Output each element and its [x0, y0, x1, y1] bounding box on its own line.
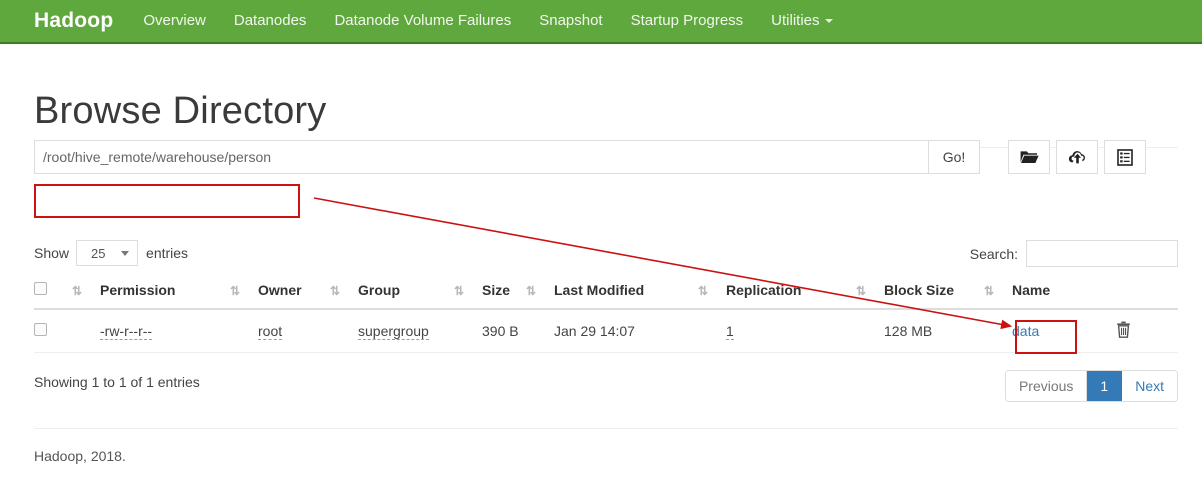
upload-files-button[interactable]: [1056, 140, 1098, 174]
trash-icon: [1116, 321, 1131, 341]
column-header-block-size[interactable]: ⇅ Block Size: [856, 282, 984, 311]
cell-block-size: 128 MB: [856, 309, 984, 354]
row-select-cell: [34, 309, 72, 354]
path-input-annotation-box: [34, 184, 300, 218]
list-clipboard-icon: [1117, 148, 1133, 166]
cell-name: data: [984, 309, 1116, 354]
column-header-select-all: [34, 282, 72, 311]
path-toolbar: [1008, 140, 1146, 174]
column-header-name[interactable]: ⇅ Name: [984, 282, 1116, 311]
table-info: Showing 1 to 1 of 1 entries: [34, 374, 200, 390]
entries-select[interactable]: 25: [76, 240, 139, 266]
footer-text: Hadoop, 2018.: [34, 448, 126, 464]
column-label-group: Group: [358, 282, 400, 298]
cell-replication: 1: [698, 309, 856, 354]
sort-icon[interactable]: ⇅: [72, 284, 88, 298]
sort-icon[interactable]: ⇅: [330, 284, 346, 298]
column-header-last-modified[interactable]: ⇅ Last Modified: [526, 282, 698, 311]
cut-paste-buffer-button[interactable]: [1104, 140, 1146, 174]
create-directory-button[interactable]: [1008, 140, 1050, 174]
navbar: Hadoop Overview Datanodes Datanode Volum…: [0, 0, 1202, 44]
sort-icon[interactable]: ⇅: [984, 284, 1000, 298]
column-label-permission: Permission: [100, 282, 176, 298]
group-value[interactable]: supergroup: [358, 323, 429, 341]
go-button[interactable]: Go!: [928, 140, 980, 174]
table-footer: Showing 1 to 1 of 1 entries Previous 1 N…: [34, 370, 1178, 402]
cell-delete: [1116, 309, 1178, 354]
delete-row-button[interactable]: [1116, 321, 1131, 341]
column-header-delete: [1116, 282, 1178, 311]
column-header-size[interactable]: ⇅ Size: [454, 282, 526, 311]
footer-divider: [34, 428, 1178, 429]
cell-size: 390 B: [454, 309, 526, 354]
last-modified-value: Jan 29 14:07: [554, 323, 635, 340]
column-label-size: Size: [482, 282, 511, 298]
cell-last-modified: Jan 29 14:07: [526, 309, 698, 354]
pagination-page-1[interactable]: 1: [1087, 371, 1123, 401]
folder-open-icon: [1020, 149, 1039, 165]
nav-item-utilities[interactable]: Utilities: [757, 0, 840, 42]
table-header-row: ⇅ Permission ⇅ Owner ⇅ Group ⇅ Size ⇅ Last Mo…: [34, 282, 1178, 311]
page-title: Browse Directory: [34, 90, 327, 132]
nav-item-utilities-label: Utilities: [771, 12, 820, 29]
cloud-upload-icon: [1068, 149, 1087, 165]
cell-group: supergroup: [330, 309, 454, 354]
search-label: Search:: [969, 245, 1018, 262]
directory-table: ⇅ Permission ⇅ Owner ⇅ Group ⇅ Size ⇅ Last Mo…: [34, 282, 1178, 354]
column-label-block-size: Block Size: [884, 282, 955, 298]
column-label-replication: Replication: [726, 282, 802, 298]
chevron-down-icon: [824, 19, 833, 24]
owner-value[interactable]: root: [258, 323, 283, 341]
cell-permission: -rw-r--r--: [72, 309, 230, 354]
page-length-control: Show 25 entries: [34, 240, 188, 266]
column-label-name: Name: [1012, 282, 1051, 298]
path-bar: Go!: [34, 140, 1178, 174]
table-header: ⇅ Permission ⇅ Owner ⇅ Group ⇅ Size ⇅ Last Mo…: [34, 282, 1178, 311]
table-body: -rw-r--r-- root supergroup 390 B Jan 29 …: [34, 309, 1178, 354]
block-size-value: 128 MB: [884, 323, 933, 340]
navbar-brand[interactable]: Hadoop: [0, 0, 129, 42]
replication-value[interactable]: 1: [726, 323, 734, 341]
nav-item-snapshot[interactable]: Snapshot: [525, 0, 616, 42]
nav-item-overview[interactable]: Overview: [129, 0, 220, 42]
sort-icon[interactable]: ⇅: [856, 284, 872, 298]
column-label-last-modified: Last Modified: [554, 282, 645, 298]
pagination: Previous 1 Next: [1004, 370, 1178, 402]
show-label: Show: [34, 245, 70, 261]
column-header-replication[interactable]: ⇅ Replication: [698, 282, 856, 311]
column-header-group[interactable]: ⇅ Group: [330, 282, 454, 311]
directory-table-wrapper: ⇅ Permission ⇅ Owner ⇅ Group ⇅ Size ⇅ Last Mo…: [34, 282, 1178, 354]
search-control: Search:: [970, 240, 1178, 267]
column-header-owner[interactable]: ⇅ Owner: [230, 282, 330, 311]
entries-label: entries: [146, 245, 189, 261]
file-link-data[interactable]: data: [1012, 323, 1039, 339]
cell-owner: root: [230, 309, 330, 354]
search-input[interactable]: [1026, 240, 1178, 267]
path-input[interactable]: [34, 140, 928, 174]
table-controls: Show 25 entries Search:: [34, 240, 1178, 270]
column-label-owner: Owner: [258, 282, 302, 298]
nav-item-datanode-volume-failures[interactable]: Datanode Volume Failures: [320, 0, 525, 42]
column-header-permission[interactable]: ⇅ Permission: [72, 282, 230, 311]
row-checkbox[interactable]: [34, 323, 47, 337]
sort-icon[interactable]: ⇅: [698, 284, 714, 298]
permission-value[interactable]: -rw-r--r--: [100, 323, 153, 341]
nav-item-datanodes[interactable]: Datanodes: [220, 0, 321, 42]
sort-icon[interactable]: ⇅: [230, 284, 246, 298]
pagination-previous[interactable]: Previous: [1005, 371, 1088, 401]
nav-item-startup-progress[interactable]: Startup Progress: [617, 0, 758, 42]
table-row: -rw-r--r-- root supergroup 390 B Jan 29 …: [34, 309, 1178, 354]
page-container: Browse Directory: [0, 44, 1202, 148]
size-value: 390 B: [482, 323, 519, 340]
sort-icon[interactable]: ⇅: [454, 284, 470, 298]
pagination-next[interactable]: Next: [1122, 371, 1177, 401]
sort-icon[interactable]: ⇅: [526, 284, 542, 298]
entries-select-wrapper: 25: [76, 240, 139, 266]
select-all-checkbox[interactable]: [34, 282, 47, 296]
